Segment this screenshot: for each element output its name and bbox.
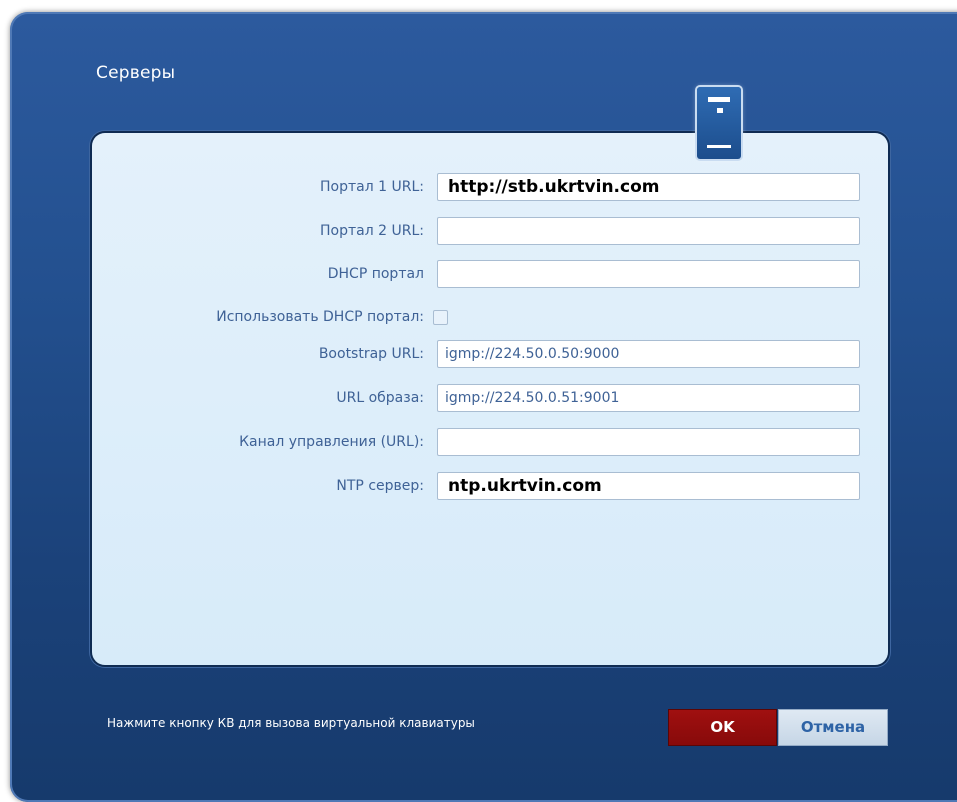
cancel-button[interactable]: Отмена xyxy=(779,710,887,745)
control-channel-input[interactable] xyxy=(437,428,860,456)
use-dhcp-portal-checkbox[interactable] xyxy=(433,310,448,325)
dialog-title: Серверы xyxy=(96,63,176,83)
image-url-input[interactable]: igmp://224.50.0.51:9001 xyxy=(437,384,860,412)
row-ntp-server: NTP сервер: ntp.ukrtvin.com xyxy=(0,472,957,502)
portal2-label: Портал 2 URL: xyxy=(320,223,424,239)
ok-button[interactable]: OK xyxy=(669,710,776,745)
server-icon xyxy=(697,87,741,159)
ntp-server-input[interactable]: ntp.ukrtvin.com xyxy=(437,472,860,500)
server-icon-light xyxy=(717,108,723,113)
row-image-url: URL образа: igmp://224.50.0.51:9001 xyxy=(0,384,957,414)
portal1-url-input[interactable]: http://stb.ukrtvin.com xyxy=(437,173,860,201)
row-portal1: Портал 1 URL: http://stb.ukrtvin.com xyxy=(0,173,957,203)
portal2-url-input[interactable] xyxy=(437,217,860,245)
control-channel-label: Канал управления (URL): xyxy=(239,434,424,450)
ntp-server-label: NTP сервер: xyxy=(336,478,424,494)
image-url-label: URL образа: xyxy=(336,390,424,406)
dhcp-portal-input[interactable] xyxy=(437,260,860,288)
bootstrap-url-input[interactable]: igmp://224.50.0.50:9000 xyxy=(437,340,860,368)
portal1-label: Портал 1 URL: xyxy=(320,179,424,195)
row-portal2: Портал 2 URL: xyxy=(0,217,957,247)
row-bootstrap-url: Bootstrap URL: igmp://224.50.0.50:9000 xyxy=(0,340,957,370)
use-dhcp-portal-label: Использовать DHCP портал: xyxy=(216,309,424,325)
dhcp-portal-label: DHCP портал xyxy=(327,266,424,282)
row-use-dhcp-portal: Использовать DHCP портал: xyxy=(0,303,957,333)
row-control-channel: Канал управления (URL): xyxy=(0,428,957,458)
server-icon-bar xyxy=(708,97,730,102)
keyboard-hint: Нажмите кнопку КВ для вызова виртуальной… xyxy=(107,716,475,730)
row-dhcp-portal: DHCP портал xyxy=(0,260,957,290)
server-icon-slot xyxy=(707,145,731,148)
bootstrap-url-label: Bootstrap URL: xyxy=(318,346,424,362)
